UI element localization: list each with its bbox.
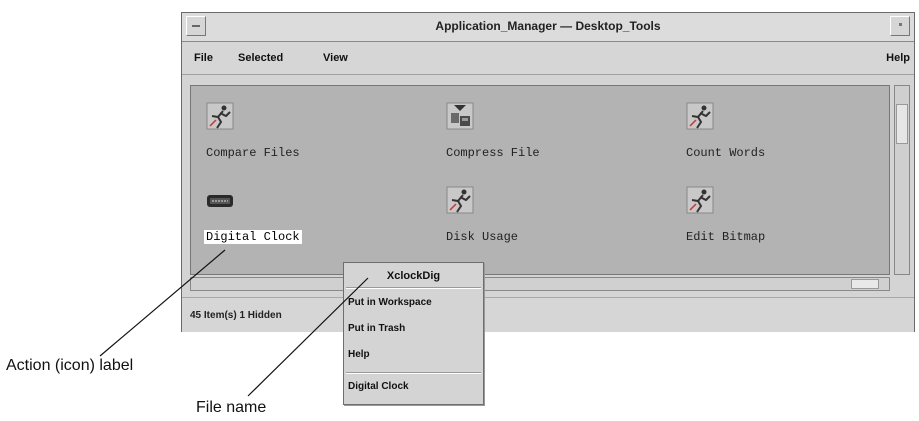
horizontal-scrollbar[interactable] <box>190 277 890 291</box>
icon-label: Disk Usage <box>446 230 519 244</box>
action-icon-compress-file[interactable]: Compress File <box>446 102 646 172</box>
running-man-icon <box>446 186 474 214</box>
menu-view[interactable]: View <box>323 52 348 64</box>
action-icon-compare-files[interactable]: Compare Files <box>206 102 406 172</box>
menu-item-put-in-trash[interactable]: Put in Trash <box>348 323 405 334</box>
menu-item-digital-clock[interactable]: Digital Clock <box>348 381 409 392</box>
menu-view-label: View <box>323 52 348 64</box>
digital-clock-icon <box>207 195 233 207</box>
action-icon-disk-usage[interactable]: Disk Usage <box>446 186 646 256</box>
menu-file-label: File <box>194 52 213 64</box>
application-manager-window: Application_Manager — Desktop_Tools File… <box>181 12 915 332</box>
icon-label: Count Words <box>686 146 766 160</box>
status-bar: 45 Item(s) 1 Hidden <box>182 297 914 332</box>
menu-item-help[interactable]: Help <box>348 349 370 360</box>
title-bar[interactable]: Application_Manager — Desktop_Tools <box>182 13 914 42</box>
menu-help[interactable]: Help <box>886 52 910 64</box>
callout-action-label: Action (icon) label <box>6 357 134 374</box>
menu-file[interactable]: File <box>194 52 213 64</box>
popup-separator <box>346 287 481 289</box>
action-icon-count-words[interactable]: Count Words <box>686 102 886 172</box>
menu-item-put-in-workspace[interactable]: Put in Workspace <box>348 297 432 308</box>
icon-label: Compare Files <box>206 146 300 160</box>
running-man-icon <box>206 102 234 130</box>
vertical-scrollbar[interactable] <box>894 85 910 275</box>
callout-file-name: File name <box>196 399 267 416</box>
running-man-icon <box>686 186 714 214</box>
menu-help-label: Help <box>886 52 910 64</box>
window-title: Application_Manager — Desktop_Tools <box>435 19 661 33</box>
popup-separator <box>346 372 481 374</box>
vertical-scroll-thumb[interactable] <box>896 104 908 144</box>
running-man-icon <box>686 102 714 130</box>
icon-label-selected[interactable]: Digital Clock <box>204 230 302 244</box>
popup-title: XclockDig <box>386 270 441 282</box>
item-count-status: 45 Item(s) 1 Hidden <box>190 310 282 321</box>
menu-selected[interactable]: Selected <box>238 52 283 64</box>
action-icon-edit-bitmap[interactable]: Edit Bitmap <box>686 186 886 256</box>
action-icon-digital-clock[interactable]: Digital Clock <box>204 186 406 256</box>
compress-file-icon <box>446 102 474 130</box>
menu-bar: File Selected View Help <box>182 42 914 75</box>
minimize-icon <box>899 23 902 26</box>
action-popup-menu: XclockDig Put in Workspace Put in Trash … <box>343 262 484 405</box>
icon-label: Edit Bitmap <box>686 230 766 244</box>
minimize-button[interactable] <box>890 16 910 36</box>
icon-workarea[interactable]: Compare Files Compress File Count Words <box>190 85 890 275</box>
menu-selected-label: Selected <box>238 52 284 64</box>
horizontal-scroll-thumb[interactable] <box>851 279 879 289</box>
icon-label: Compress File <box>446 146 540 160</box>
